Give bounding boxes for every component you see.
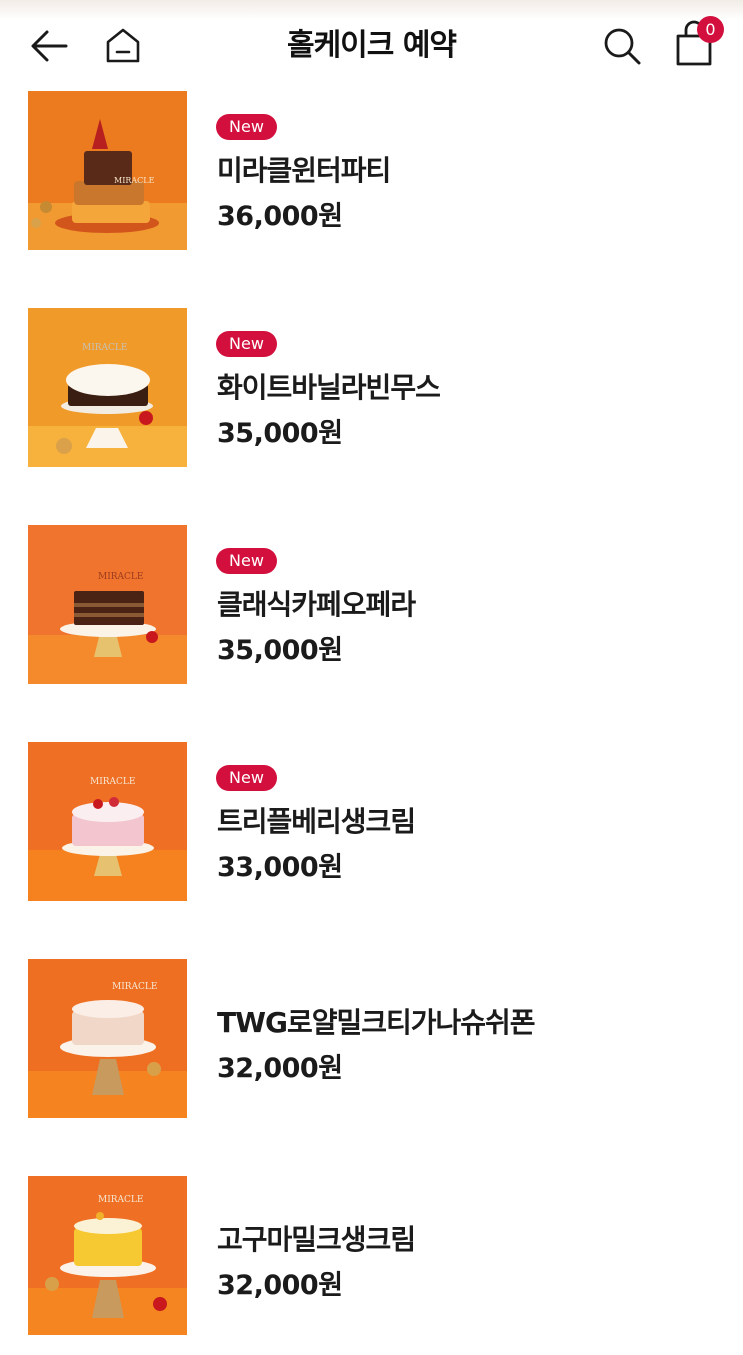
product-name[interactable]: 클래식카페오페라 [217, 583, 416, 623]
new-badge: New [216, 548, 277, 574]
product-price: 35,000원 [217, 635, 343, 666]
product-price: 33,000원 [217, 852, 343, 883]
home-icon[interactable] [102, 24, 144, 66]
product-name[interactable]: TWG로얄밀크티가나슈쉬폰 [217, 1001, 536, 1041]
product-price: 32,000원 [217, 1270, 343, 1301]
product-item[interactable]: MIRACLE 고구마밀크생크림 32,000원 [0, 1176, 743, 1336]
product-image[interactable]: MIRACLE [28, 525, 187, 684]
product-price: 35,000원 [217, 418, 343, 449]
new-badge: New [216, 114, 277, 140]
product-image[interactable]: MIRACLE [28, 308, 187, 467]
search-icon[interactable] [600, 24, 644, 68]
product-item[interactable]: MIRACLE New 화이트바닐라빈무스 35,000원 [0, 308, 743, 468]
new-badge: New [216, 331, 277, 357]
product-price: 32,000원 [217, 1053, 343, 1084]
svg-text:MIRACLE: MIRACLE [90, 777, 135, 787]
product-price: 36,000원 [217, 201, 343, 232]
svg-text:MIRACLE: MIRACLE [98, 1195, 143, 1205]
product-item[interactable]: MIRACLE New 클래식카페오페라 35,000원 [0, 525, 743, 685]
page-title: 홀케이크 예약 [286, 28, 457, 63]
product-item[interactable]: MIRACLE New 트리플베리생크림 33,000원 [0, 742, 743, 902]
product-image[interactable]: MIRACLE [28, 1176, 187, 1335]
product-name[interactable]: 고구마밀크생크림 [217, 1218, 416, 1258]
product-name[interactable]: 미라클윈터파티 [217, 149, 391, 189]
svg-text:MIRACLE: MIRACLE [98, 572, 143, 582]
product-image[interactable]: MIRACLE [28, 742, 187, 901]
svg-text:MIRACLE: MIRACLE [82, 343, 127, 353]
cart-count-badge: 0 [697, 16, 724, 43]
arrow-left-icon[interactable] [28, 24, 72, 68]
product-image[interactable]: MIRACLE [28, 91, 187, 250]
product-name[interactable]: 화이트바닐라빈무스 [217, 366, 441, 406]
product-image[interactable]: MIRACLE [28, 959, 187, 1118]
svg-text:MIRACLE: MIRACLE [114, 176, 155, 185]
new-badge: New [216, 765, 277, 791]
product-item[interactable]: MIRACLE TWG로얄밀크티가나슈쉬폰 32,000원 [0, 959, 743, 1119]
product-name[interactable]: 트리플베리생크림 [217, 800, 416, 840]
product-item[interactable]: MIRACLE New 미라클윈터파티 36,000원 [0, 91, 743, 251]
svg-text:MIRACLE: MIRACLE [112, 982, 157, 992]
app-header: 홀케이크 예약 0 [0, 0, 743, 88]
